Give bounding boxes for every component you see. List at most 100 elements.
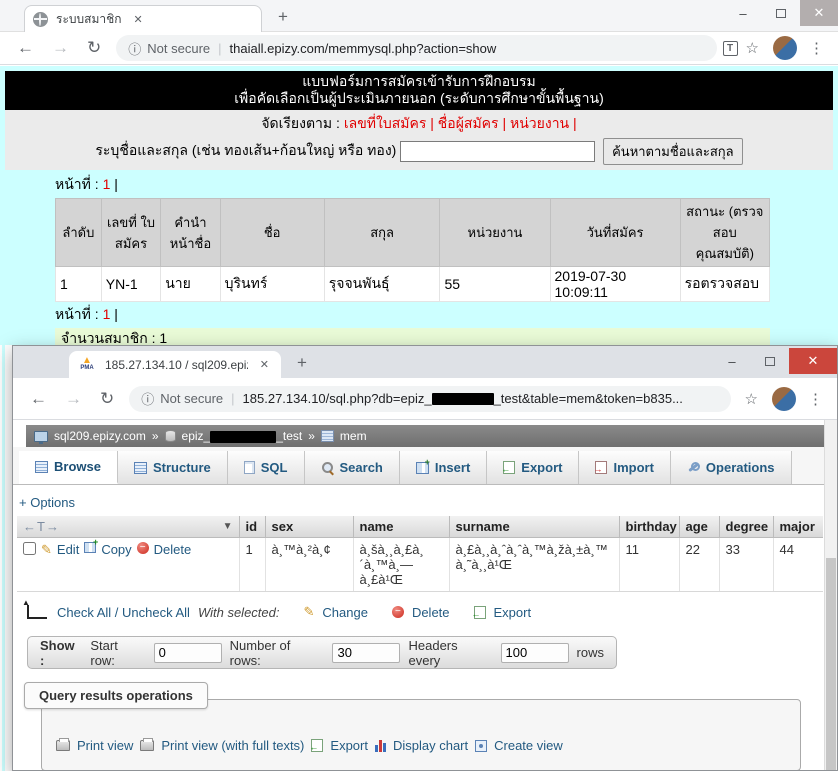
tab-label: Operations [706,460,775,475]
sort-link-application-no[interactable]: เลขที่ใบสมัคร [344,115,427,131]
tab-close-icon[interactable]: ✕ [130,12,147,27]
print-view-link[interactable]: Print view [77,738,133,753]
edit-link[interactable]: Edit [57,542,79,557]
cell-id: 1 [239,538,265,592]
new-tab-button[interactable]: + [278,7,288,27]
col-surname[interactable]: surname [449,516,619,538]
col-major[interactable]: major [773,516,823,538]
delete-link[interactable]: Delete [154,542,192,557]
address-bar[interactable]: ⓘ Not secure | thaiall.epizy.com/memmysq… [116,35,716,61]
display-chart-link[interactable]: Display chart [393,738,468,753]
reload-icon[interactable]: ↻ [100,389,114,409]
page-title: แบบฟอร์มการสมัครเข้ารับการฝึกอบรม เพื่อค… [5,71,833,110]
tab-phpmyadmin[interactable]: ▲ PMA 185.27.134.10 / sql209.epizy.com ✕ [69,351,281,378]
col-sex[interactable]: sex [265,516,353,538]
tab-operations[interactable]: Operations [671,451,792,484]
delete-selected-link[interactable]: Delete [412,605,450,620]
translate-icon[interactable]: T [723,41,738,56]
options-toggle[interactable]: + Options [19,495,824,510]
export-link[interactable]: Export [330,738,368,753]
cell-sex: à¸™à¸²à¸¢ [265,538,353,592]
row-checkbox[interactable] [23,542,36,555]
minimize-button[interactable]: – [713,348,751,374]
headers-every-input[interactable] [501,643,569,663]
scrollbar-thumb[interactable] [826,558,836,770]
profile-avatar[interactable] [772,387,796,411]
tab-sql[interactable]: SQL [228,451,305,484]
import-icon [595,461,607,474]
results-grid-wrapper: ←T→ ▼ id sex name surname birthday age d… [17,516,823,592]
tab-insert[interactable]: Insert [400,451,487,484]
col-order: ลำดับ [56,199,102,267]
tab-import[interactable]: Import [579,451,670,484]
bookmark-star-icon[interactable]: ☆ [746,39,759,57]
info-icon[interactable]: ⓘ [141,389,154,408]
page-number-link[interactable]: 1 [103,306,111,322]
start-row-input[interactable] [154,643,222,663]
profile-avatar[interactable] [773,36,797,60]
breadcrumb-table[interactable]: mem [340,429,367,443]
number-of-rows-input[interactable] [332,643,400,663]
new-tab-button[interactable]: + [297,353,307,373]
number-of-rows-label: Number of rows: [230,638,325,668]
pagination-bottom: หน้าที่ : 1 | [55,304,838,326]
col-id[interactable]: id [239,516,265,538]
search-input[interactable] [400,141,595,162]
tab-browse[interactable]: Browse [19,451,118,484]
tab-label: SQL [261,460,288,475]
sort-link-organization[interactable]: หน่วยงาน [510,115,569,131]
back-icon[interactable]: ← [30,389,47,409]
print-view-full-link[interactable]: Print view (with full texts) [161,738,304,753]
separator: | [231,391,234,406]
tab-search[interactable]: Search [305,451,400,484]
edit-pencil-icon: ✎ [41,542,52,558]
pagination-top: หน้าที่ : 1 | [55,174,838,196]
col-name[interactable]: name [353,516,449,538]
tab-members[interactable]: ระบบสมาชิก ✕ [24,5,262,32]
reload-icon[interactable]: ↻ [87,38,101,58]
page-number-link[interactable]: 1 [103,176,111,192]
col-age[interactable]: age [679,516,719,538]
back-icon[interactable]: ← [17,38,34,58]
col-organization: หน่วยงาน [440,199,550,267]
breadcrumb-database[interactable]: epiz__test [182,429,303,443]
cell-surname: รุจจนพันธุ์ [324,267,440,302]
forward-icon[interactable]: → [65,389,82,409]
copy-link[interactable]: Copy [101,542,131,557]
col-birthday[interactable]: birthday [619,516,679,538]
cell-title-prefix: นาย [161,267,220,302]
tab-structure[interactable]: Structure [118,451,228,484]
close-button[interactable]: ✕ [789,348,837,374]
transpose-arrows-icon[interactable]: ←T→ [23,519,60,534]
scrollbar[interactable] [824,420,837,770]
sql-icon [244,461,255,474]
check-all-link[interactable]: Check All / Uncheck All [57,605,190,620]
forward-icon[interactable]: → [52,38,69,58]
export-selected-link[interactable]: Export [494,605,532,620]
results-grid: ←T→ ▼ id sex name surname birthday age d… [17,516,823,592]
change-link[interactable]: Change [322,605,368,620]
browser-toolbar: ← → ↻ ⓘ Not secure | 185.27.134.10/sql.p… [13,378,837,420]
bookmark-star-icon[interactable]: ☆ [745,390,758,408]
info-icon[interactable]: ⓘ [128,39,141,58]
window-controls: – ✕ [713,348,837,374]
display-chart-icon [375,740,386,752]
address-bar[interactable]: ⓘ Not secure | 185.27.134.10/sql.php?db=… [129,386,730,412]
close-button[interactable]: ✕ [800,0,838,26]
grid-row: ✎ Edit Copy − Delete 1 à¸™à¸²à¸¢ à¸šà¸¸à… [17,538,823,592]
tab-export[interactable]: Export [487,451,579,484]
breadcrumb-server[interactable]: sql209.epizy.com [54,429,146,443]
sort-link-name[interactable]: ชื่อผู้สมัคร [438,115,499,131]
menu-dots-icon[interactable]: ⋮ [808,390,823,408]
minimize-button[interactable]: – [724,0,762,26]
create-view-link[interactable]: Create view [494,738,563,753]
maximize-button[interactable] [762,0,800,26]
search-button[interactable]: ค้นหาตามชื่อและสกุล [603,138,743,165]
maximize-button[interactable] [751,348,789,374]
create-view-icon [475,740,487,752]
menu-dots-icon[interactable]: ⋮ [809,39,824,57]
tab-close-icon[interactable]: ✕ [256,357,273,372]
col-degree[interactable]: degree [719,516,773,538]
cell-major: 44 [773,538,823,592]
sort-descending-icon[interactable]: ▼ [223,521,233,532]
